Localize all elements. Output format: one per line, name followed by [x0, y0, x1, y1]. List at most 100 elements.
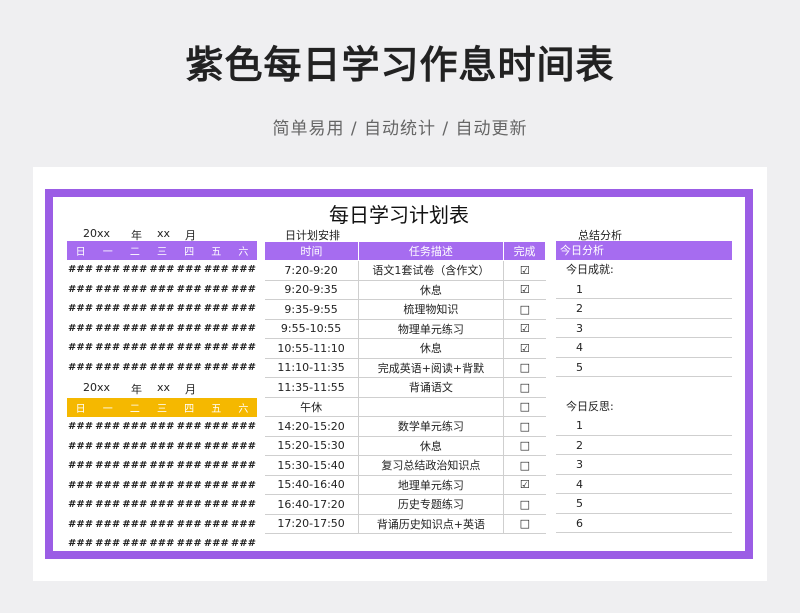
- calendar-week-row: ### ### ### ### ### ### ###: [67, 515, 257, 535]
- calendar-day-cell: ###: [176, 303, 202, 315]
- done-checkbox[interactable]: □: [503, 397, 546, 417]
- table-row: 9:20-9:35 休息 ☑: [264, 280, 546, 300]
- calendar-day-cell: ###: [203, 361, 229, 373]
- summary-header: 今日分析: [556, 241, 732, 260]
- weekday: 二: [129, 404, 140, 415]
- time-cell: 15:20-15:30: [264, 436, 359, 456]
- weekday: 二: [129, 247, 140, 258]
- calendar-day-cell: ###: [230, 361, 256, 373]
- task-cell: 复习总结政治知识点: [358, 455, 505, 476]
- calendar-2: 日 一 二 三 四 五 六 ### ### ### ### ### ### ### ### ##…: [67, 398, 257, 554]
- calendar-week-row: ### ### ### ### ### ### ###: [67, 437, 257, 457]
- calendar-day-cell: ###: [149, 538, 175, 550]
- calendar-week-row: ### ### ### ### ### ### ###: [67, 417, 257, 437]
- done-checkbox[interactable]: □: [503, 299, 546, 320]
- calendar-day-cell: ###: [230, 440, 256, 452]
- done-checkbox[interactable]: □: [503, 514, 546, 534]
- done-checkbox[interactable]: □: [503, 377, 546, 398]
- weekday: 五: [211, 247, 222, 258]
- calendar-day-cell: ###: [68, 460, 94, 472]
- sheet-title: 每日学习计划表: [329, 203, 469, 227]
- calendar-day-cell: ###: [230, 421, 256, 433]
- done-checkbox[interactable]: □: [503, 436, 546, 456]
- calendar-day-cell: ###: [230, 283, 256, 295]
- task-cell: 语文1套试卷（含作文）: [358, 260, 505, 281]
- done-checkbox[interactable]: ☑: [503, 475, 546, 495]
- calendar-day-cell: ###: [122, 538, 148, 550]
- calendar-day-cell: ###: [68, 264, 94, 276]
- calendar-day-cell: ###: [176, 322, 202, 334]
- weekday: 六: [238, 247, 249, 258]
- calendar-day-cell: ###: [230, 303, 256, 315]
- calendar-day-cell: ###: [122, 342, 148, 354]
- plan-table: 时间 任务描述 完成 7:20-9:20 语文1套试卷（含作文） ☑ 9:20-9:3…: [264, 241, 546, 534]
- calendar-day-cell: ###: [68, 421, 94, 433]
- calendar-day-cell: ###: [149, 283, 175, 295]
- calendar-day-cell: ###: [95, 479, 121, 491]
- calendar-day-cell: ###: [68, 538, 94, 550]
- done-checkbox[interactable]: □: [503, 455, 546, 476]
- table-row: 10:55-11:10 休息 ☑: [264, 338, 546, 359]
- calendar-day-cell: ###: [203, 538, 229, 550]
- page-title: 紫色每日学习作息时间表: [185, 43, 615, 87]
- time-cell: 9:55-10:55: [264, 319, 359, 339]
- calendar-day-cell: ###: [95, 361, 121, 373]
- calendar-day-cell: ###: [176, 342, 202, 354]
- calendar-day-cell: ###: [176, 440, 202, 452]
- sheet-frame: 每日学习计划表 20xx 年 xx 月 日计划安排 总结分析 日 一 二 三 四…: [45, 189, 753, 559]
- calendar-day-cell: ###: [122, 499, 148, 511]
- calendar-day-cell: ###: [95, 440, 121, 452]
- cal2-month: xx: [157, 381, 171, 394]
- calendar-day-cell: ###: [149, 518, 175, 530]
- done-checkbox[interactable]: □: [503, 494, 546, 515]
- calendar-day-cell: ###: [203, 421, 229, 433]
- cal2-year-unit: 年: [131, 383, 142, 396]
- calendar-day-cell: ###: [122, 421, 148, 433]
- done-checkbox[interactable]: ☑: [503, 260, 546, 281]
- list-item: 1: [556, 416, 732, 436]
- calendar-day-cell: ###: [68, 499, 94, 511]
- time-cell: 午休: [264, 397, 359, 417]
- plan-header-row: 时间 任务描述 完成: [264, 241, 546, 261]
- calendar-day-cell: ###: [95, 499, 121, 511]
- done-checkbox[interactable]: □: [503, 358, 546, 378]
- calendar-day-cell: ###: [230, 538, 256, 550]
- list-item: 3: [556, 455, 732, 475]
- time-cell: 17:20-17:50: [264, 514, 359, 534]
- done-checkbox[interactable]: ☑: [503, 338, 546, 359]
- calendar-day-cell: ###: [149, 303, 175, 315]
- calendar-day-cell: ###: [149, 264, 175, 276]
- done-checkbox[interactable]: ☑: [503, 280, 546, 300]
- table-row: 15:20-15:30 休息 □: [264, 436, 546, 456]
- done-checkbox[interactable]: ☑: [503, 319, 546, 339]
- weekday: 日: [75, 247, 86, 258]
- table-row: 午休 □: [264, 397, 546, 417]
- calendar-day-cell: ###: [203, 518, 229, 530]
- col-done: 完成: [503, 241, 546, 261]
- calendar-day-cell: ###: [203, 440, 229, 452]
- calendar-day-cell: ###: [203, 322, 229, 334]
- task-cell: 数学单元练习: [358, 416, 505, 437]
- calendar-day-cell: ###: [149, 322, 175, 334]
- page-subtitle: 简单易用 / 自动统计 / 自动更新: [272, 119, 528, 139]
- list-item: 4: [556, 338, 732, 358]
- calendar-day-cell: ###: [176, 421, 202, 433]
- calendar-day-cell: ###: [122, 479, 148, 491]
- calendar-day-cell: ###: [203, 342, 229, 354]
- calendar-week-row: ### ### ### ### ### ### ###: [67, 260, 257, 280]
- calendar-week-row: ### ### ### ### ### ### ###: [67, 358, 257, 378]
- done-checkbox[interactable]: □: [503, 416, 546, 437]
- calendar-day-cell: ###: [149, 460, 175, 472]
- achievements-label: 今日成就:: [566, 263, 614, 276]
- weekday: 四: [184, 404, 195, 415]
- time-cell: 9:20-9:35: [264, 280, 359, 300]
- time-cell: 15:30-15:40: [264, 455, 359, 476]
- task-cell: 完成英语+阅读+背默: [358, 358, 505, 378]
- task-cell: 背诵语文: [358, 377, 505, 398]
- task-cell: 梳理物知识: [358, 299, 505, 320]
- time-cell: 11:10-11:35: [264, 358, 359, 378]
- calendar-day-cell: ###: [176, 499, 202, 511]
- calendar-week-row: ### ### ### ### ### ### ###: [67, 280, 257, 300]
- calendar-day-cell: ###: [149, 342, 175, 354]
- weekday: 三: [156, 404, 167, 415]
